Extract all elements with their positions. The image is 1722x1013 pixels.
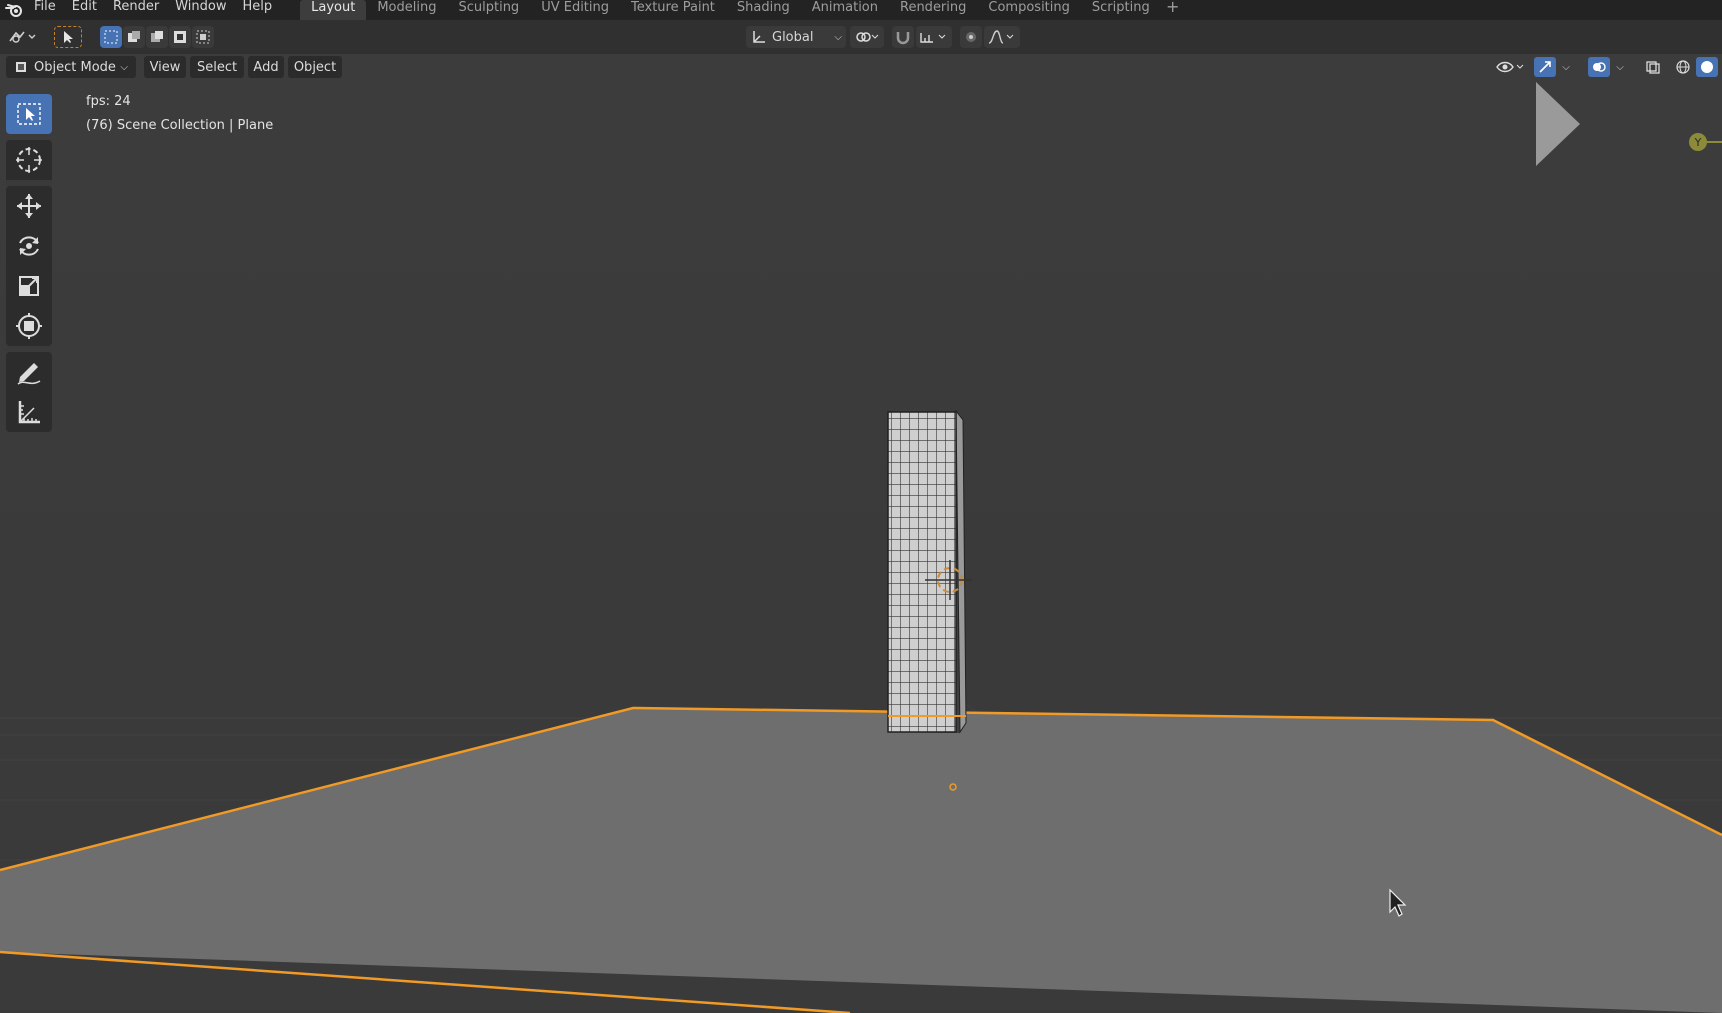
select-mode-intersect-button[interactable] <box>192 26 214 48</box>
fps-readout: fps: 24 <box>86 94 131 109</box>
tab-layout[interactable]: Layout <box>300 0 367 20</box>
proportional-edit-icon <box>966 32 976 42</box>
gizmo-toggle-button[interactable] <box>1534 57 1556 77</box>
tool-header: Global ⌵ <box>0 20 1722 54</box>
overlays-toggle-button[interactable] <box>1588 57 1610 77</box>
select-mode-extend-button[interactable] <box>123 26 145 48</box>
snap-toggle-button[interactable] <box>892 26 914 48</box>
select-intersect-icon <box>196 30 210 44</box>
blender-logo-icon[interactable] <box>2 0 26 20</box>
pivot-icon <box>856 32 879 42</box>
gizmo-icon <box>1539 61 1551 73</box>
tab-rendering[interactable]: Rendering <box>889 0 977 20</box>
chevron-down-icon: ⌵ <box>120 61 128 73</box>
tab-uv-editing[interactable]: UV Editing <box>530 0 620 20</box>
wireframe-shading-button[interactable] <box>1672 57 1694 77</box>
tool-scale[interactable] <box>6 266 52 306</box>
menu-edit[interactable]: Edit <box>64 0 105 20</box>
tool-select-box[interactable] <box>6 94 52 134</box>
3d-viewport[interactable]: fps: 24 (76) Scene Collection | Plane Y <box>0 54 1722 1013</box>
tool-cursor[interactable] <box>6 140 52 180</box>
gizmo-y-label: Y <box>1694 136 1702 149</box>
transform-orientation-dropdown[interactable]: Global ⌵ <box>746 26 846 48</box>
overlays-icon <box>1593 62 1606 72</box>
falloff-dropdown[interactable] <box>984 26 1020 48</box>
tool-shelf <box>6 94 52 432</box>
xray-toggle-button[interactable] <box>1642 57 1664 77</box>
solid-sphere-icon <box>1701 61 1713 73</box>
chevron-down-icon: ⌵ <box>834 31 842 43</box>
select-invert-icon <box>174 31 186 43</box>
tool-transform[interactable] <box>6 306 52 346</box>
tool-rotate[interactable] <box>6 226 52 266</box>
orientation-label: Global <box>772 29 814 45</box>
tool-move[interactable] <box>6 186 52 226</box>
transform-icon <box>16 313 42 339</box>
tool-measure[interactable] <box>6 392 52 432</box>
menu-render[interactable]: Render <box>105 0 167 20</box>
rotate-icon <box>19 236 39 256</box>
top-menu-bar: File Edit Render Window Help Layout Mode… <box>0 0 1722 20</box>
snap-target-dropdown[interactable] <box>916 26 952 48</box>
scene-collection-info: (76) Scene Collection | Plane <box>86 118 274 133</box>
orientation-axes-icon <box>753 31 765 43</box>
tab-scripting[interactable]: Scripting <box>1081 0 1161 20</box>
view-menu[interactable]: View <box>144 56 186 78</box>
select-extend-icon <box>128 31 140 42</box>
viewport-scene <box>0 54 1722 1013</box>
select-menu[interactable]: Select <box>190 56 244 78</box>
mode-dropdown[interactable]: Object Mode ⌵ <box>6 56 136 78</box>
tab-compositing[interactable]: Compositing <box>977 0 1081 20</box>
mode-label: Object Mode <box>34 59 116 75</box>
menu-help[interactable]: Help <box>235 0 281 20</box>
tool-annotate[interactable] <box>6 352 52 392</box>
select-mode-set-button[interactable] <box>100 26 122 48</box>
add-menu[interactable]: Add <box>248 56 284 78</box>
snap-increment-icon <box>920 33 946 43</box>
magnet-icon <box>896 32 910 45</box>
annotate-pencil-icon <box>17 363 41 385</box>
chevron-down-icon: ⌵ <box>1562 61 1570 73</box>
cursor-arrow-icon <box>64 31 73 43</box>
proportional-edit-button[interactable] <box>960 26 982 48</box>
tab-sculpting[interactable]: Sculpting <box>447 0 530 20</box>
wireframe-sphere-icon <box>1676 60 1690 74</box>
visibility-dropdown[interactable] <box>1494 57 1528 77</box>
chevron-down-icon: ⌵ <box>1616 61 1624 73</box>
tab-shading[interactable]: Shading <box>726 0 801 20</box>
add-workspace-button[interactable]: + <box>1161 0 1185 20</box>
pivot-point-dropdown[interactable] <box>850 26 884 48</box>
cursor-icon <box>16 147 42 173</box>
navigation-gizmo[interactable]: Y <box>1684 130 1722 154</box>
measure-ruler-icon <box>18 401 40 424</box>
select-set-icon <box>104 30 118 44</box>
select-mode-invert-button[interactable] <box>169 26 191 48</box>
tab-animation[interactable]: Animation <box>801 0 889 20</box>
object-mode-icon <box>16 62 26 72</box>
viewport-header: Object Mode ⌵ View Select Add Object ⌵ ⌵ <box>0 54 1722 82</box>
move-arrows-icon <box>17 194 41 218</box>
select-mode-subtract-button[interactable] <box>146 26 168 48</box>
xray-icon <box>1646 61 1660 74</box>
falloff-curve-icon <box>988 30 1014 44</box>
overlays-dropdown[interactable]: ⌵ <box>1612 57 1628 77</box>
workspace-tabs: Layout Modeling Sculpting UV Editing Tex… <box>300 0 1185 20</box>
active-tool-button[interactable] <box>54 26 82 48</box>
editor-type-button[interactable] <box>6 26 40 48</box>
sidebar-toggle-icon[interactable] <box>1536 82 1580 166</box>
scale-icon <box>19 276 39 296</box>
menu-window[interactable]: Window <box>167 0 234 20</box>
blender-window: fps: 24 (76) Scene Collection | Plane Y … <box>0 0 1722 1013</box>
select-box-icon <box>17 103 41 125</box>
solid-shading-button[interactable] <box>1696 57 1718 77</box>
select-subtract-icon <box>151 31 163 42</box>
gizmo-dropdown[interactable]: ⌵ <box>1558 57 1574 77</box>
eye-icon <box>1496 61 1524 73</box>
tab-modeling[interactable]: Modeling <box>366 0 447 20</box>
object-menu[interactable]: Object <box>288 56 342 78</box>
tab-texture-paint[interactable]: Texture Paint <box>620 0 726 20</box>
editor-type-icon <box>9 31 36 43</box>
column-mesh[interactable] <box>887 409 967 734</box>
menu-file[interactable]: File <box>26 0 64 20</box>
